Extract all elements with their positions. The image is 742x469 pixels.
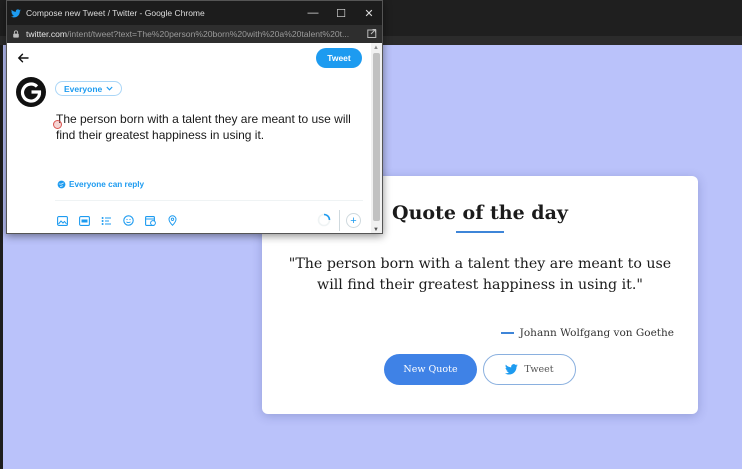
schedule-icon[interactable] xyxy=(144,214,157,227)
address-bar[interactable]: twitter.com/intent/tweet?text=The%20pers… xyxy=(7,25,382,43)
poll-icon[interactable] xyxy=(100,214,113,227)
tweet-quote-button[interactable]: Tweet xyxy=(483,354,576,385)
compose-divider xyxy=(55,200,363,201)
reply-setting-label: Everyone can reply xyxy=(69,180,145,189)
location-icon[interactable] xyxy=(166,214,179,227)
scroll-down-icon[interactable]: ▼ xyxy=(373,227,379,233)
scroll-up-icon[interactable]: ▲ xyxy=(373,45,379,51)
scrollbar[interactable]: ▲ ▼ xyxy=(371,43,382,233)
minimize-button[interactable]: — xyxy=(299,1,327,25)
maximize-button[interactable]: ☐ xyxy=(327,1,355,25)
click-indicator xyxy=(53,120,62,129)
scrollbar-thumb[interactable] xyxy=(373,53,380,221)
new-quote-label: New Quote xyxy=(403,364,458,375)
add-tweet-button[interactable]: + xyxy=(346,213,361,228)
toolbar-separator xyxy=(339,210,340,231)
lock-icon xyxy=(13,30,19,38)
compose-tweet-button[interactable]: Tweet xyxy=(316,48,362,68)
author-name: Johann Wolfgang von Goethe xyxy=(519,327,674,339)
open-in-browser-icon[interactable] xyxy=(367,28,377,39)
window-titlebar: Compose new Tweet / Twitter - Google Chr… xyxy=(7,1,382,25)
twitter-bird-icon xyxy=(505,364,519,375)
title-underline xyxy=(456,231,504,233)
tweet-quote-label: Tweet xyxy=(524,364,554,375)
gif-icon[interactable] xyxy=(78,214,91,227)
compose-content: Tweet Everyone The person born with a ta… xyxy=(7,43,373,233)
twitter-bird-icon xyxy=(11,8,21,17)
chevron-down-icon xyxy=(106,86,113,91)
new-quote-button[interactable]: New Quote xyxy=(384,354,477,385)
url-host: twitter.com xyxy=(26,29,68,39)
audience-label: Everyone xyxy=(64,83,103,94)
avatar[interactable] xyxy=(16,77,46,107)
emoji-icon[interactable] xyxy=(122,214,135,227)
quote-text: "The person born with a talent they are … xyxy=(288,256,672,293)
back-arrow-icon[interactable] xyxy=(17,52,29,64)
reply-setting[interactable]: Everyone can reply xyxy=(57,180,144,189)
audience-selector[interactable]: Everyone xyxy=(55,81,123,96)
close-window-button[interactable]: ✕ xyxy=(355,1,382,25)
compose-toolbar xyxy=(56,214,179,227)
character-count-spinner-icon xyxy=(317,213,331,227)
url-path: /intent/tweet?text=The%20person%20born%2… xyxy=(67,29,350,39)
avatar-logo-icon xyxy=(20,82,42,103)
window-title: Compose new Tweet / Twitter - Google Chr… xyxy=(26,8,205,18)
image-icon[interactable] xyxy=(56,214,69,227)
compose-tweet-popup-window: Compose new Tweet / Twitter - Google Chr… xyxy=(6,0,383,234)
quote-author: Johann Wolfgang von Goethe xyxy=(500,327,674,339)
globe-icon xyxy=(57,180,66,189)
author-dash xyxy=(500,332,514,334)
compose-tweet-label: Tweet xyxy=(327,53,351,63)
tweet-compose-textarea[interactable]: The person born with a talent they are m… xyxy=(56,112,361,143)
